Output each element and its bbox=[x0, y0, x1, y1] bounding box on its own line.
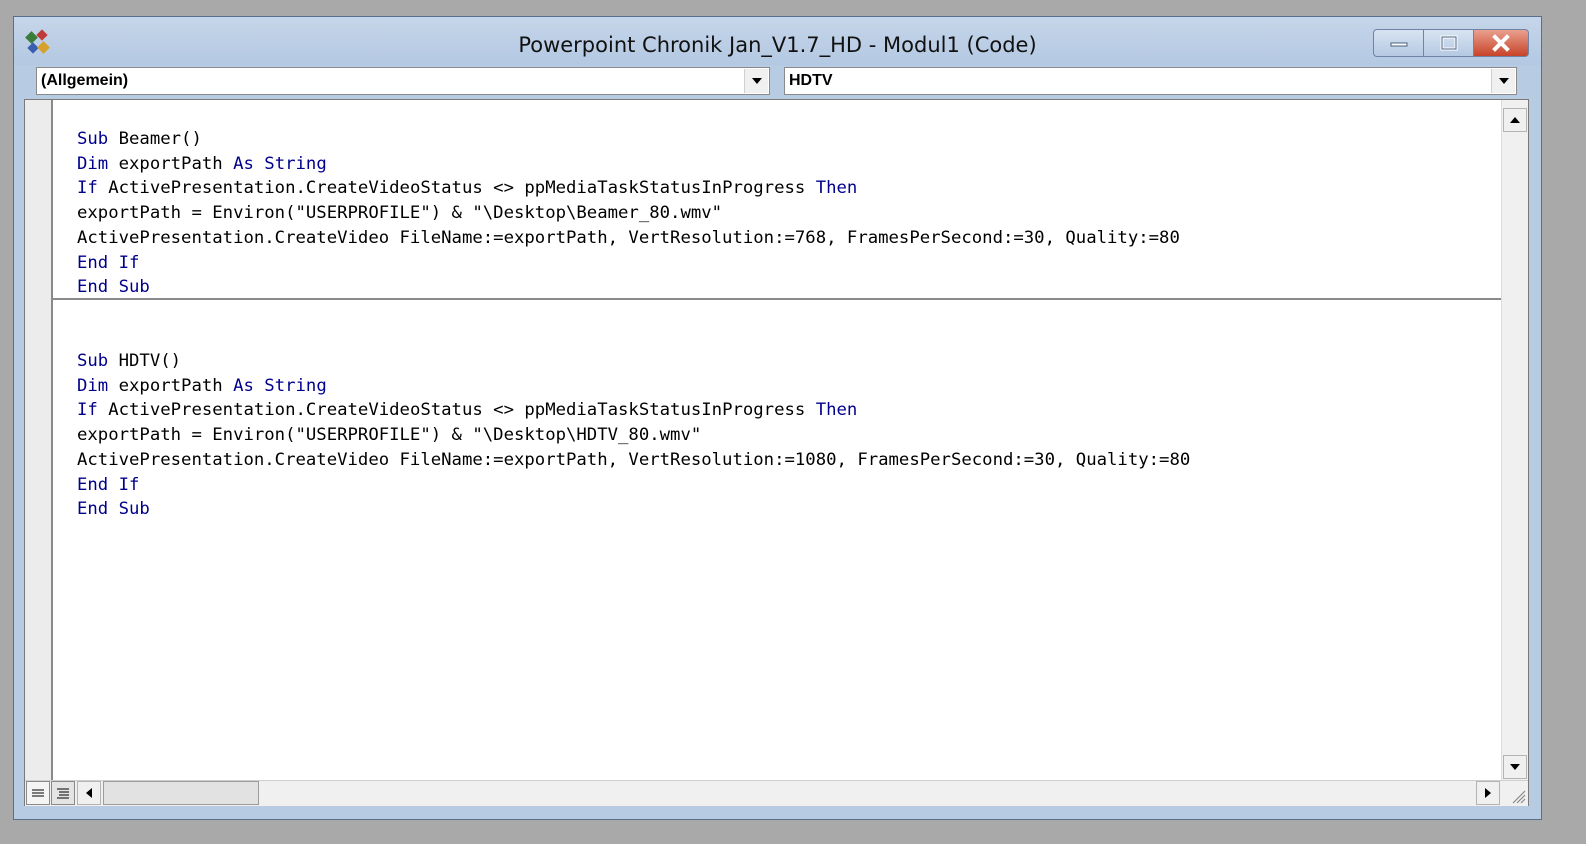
procedure-dropdown-value: HDTV bbox=[789, 72, 833, 89]
code-keyword: If bbox=[77, 400, 98, 421]
code-line[interactable]: ActivePresentation.CreateVideo FileName:… bbox=[52, 226, 1501, 251]
resize-grip-icon[interactable] bbox=[1508, 786, 1526, 804]
code-keyword: As bbox=[233, 375, 254, 396]
code-area[interactable]: Sub Beamer() Dim exportPath As String If A… bbox=[52, 100, 1501, 780]
code-line[interactable]: Sub HDTV() bbox=[52, 349, 1501, 374]
vertical-scrollbar[interactable] bbox=[1501, 100, 1528, 780]
code-text: Beamer() bbox=[108, 129, 202, 149]
code-keyword: Sub bbox=[77, 351, 109, 371]
vba-code-window: Powerpoint Chronik Jan_V1.7_HD - Modul1 … bbox=[13, 16, 1542, 820]
object-dropdown[interactable]: (Allgemein) bbox=[36, 67, 770, 95]
code-text: exportPath bbox=[108, 153, 234, 174]
code-keyword: If bbox=[118, 474, 140, 495]
horizontal-scroll-thumb[interactable] bbox=[103, 781, 259, 805]
window-title: Powerpoint Chronik Jan_V1.7_HD - Modul1 … bbox=[518, 33, 1037, 57]
maximize-icon bbox=[1440, 35, 1457, 51]
code-line[interactable]: ActivePresentation.CreateVideo FileName:… bbox=[52, 448, 1501, 473]
minimize-icon bbox=[1390, 42, 1407, 47]
object-dropdown-value: (Allgemein) bbox=[41, 72, 129, 89]
code-line[interactable]: End If bbox=[52, 251, 1501, 276]
maximize-button[interactable] bbox=[1423, 29, 1473, 57]
title-bar[interactable]: Powerpoint Chronik Jan_V1.7_HD - Modul1 … bbox=[14, 17, 1541, 65]
code-line[interactable]: If ActivePresentation.CreateVideoStatus … bbox=[52, 398, 1501, 423]
code-keyword: Sub bbox=[118, 499, 150, 520]
code-keyword: As bbox=[233, 153, 254, 174]
procedure-dropdown[interactable]: HDTV bbox=[784, 67, 1517, 95]
code-keyword: If bbox=[118, 252, 140, 273]
bottom-bar bbox=[25, 780, 1528, 806]
code-line[interactable]: exportPath = Environ("USERPROFILE") & "\… bbox=[52, 201, 1501, 226]
code-line[interactable]: End Sub bbox=[52, 497, 1501, 522]
code-keyword: Then bbox=[815, 400, 858, 421]
procedure-block: Sub HDTV() Dim exportPath As String If Act… bbox=[52, 349, 1501, 522]
code-keyword: Dim bbox=[77, 375, 109, 396]
margin-indicator-bar[interactable] bbox=[25, 100, 53, 780]
code-line[interactable]: End Sub bbox=[52, 275, 1501, 300]
code-keyword: String bbox=[264, 375, 327, 396]
code-line[interactable]: Dim exportPath As String bbox=[52, 374, 1501, 399]
procedure-view-icon bbox=[32, 789, 44, 797]
scroll-down-icon[interactable] bbox=[1503, 755, 1527, 779]
code-text: exportPath = Environ("USERPROFILE") & "\… bbox=[77, 425, 702, 446]
code-line[interactable]: End If bbox=[52, 473, 1501, 498]
scroll-left-icon[interactable] bbox=[77, 781, 101, 805]
code-keyword: Then bbox=[815, 178, 858, 199]
minimize-button[interactable] bbox=[1373, 29, 1423, 57]
scroll-right-icon[interactable] bbox=[1476, 781, 1500, 805]
code-text: exportPath bbox=[108, 375, 234, 396]
code-line[interactable]: Dim exportPath As String bbox=[52, 152, 1501, 177]
code-keyword: End bbox=[77, 474, 109, 495]
code-keyword: Sub bbox=[77, 129, 109, 149]
scroll-up-icon[interactable] bbox=[1503, 108, 1527, 132]
code-keyword: End bbox=[77, 499, 109, 520]
code-text: ActivePresentation.CreateVideo FileName:… bbox=[77, 449, 1191, 470]
code-line[interactable]: If ActivePresentation.CreateVideoStatus … bbox=[52, 176, 1501, 201]
code-keyword: End bbox=[77, 277, 109, 298]
code-keyword: String bbox=[264, 153, 327, 174]
procedure-separator bbox=[52, 298, 1501, 300]
code-text: ActivePresentation.CreateVideoStatus <> … bbox=[97, 178, 816, 199]
procedure-block: Sub Beamer() Dim exportPath As String If A… bbox=[52, 127, 1501, 300]
full-module-view-button[interactable] bbox=[51, 781, 75, 805]
procedure-view-button[interactable] bbox=[26, 781, 50, 805]
code-text: HDTV() bbox=[108, 351, 182, 371]
code-keyword: If bbox=[77, 178, 98, 199]
chevron-down-icon[interactable] bbox=[1491, 69, 1515, 93]
chevron-down-icon[interactable] bbox=[744, 69, 768, 93]
code-text: exportPath = Environ("USERPROFILE") & "\… bbox=[77, 203, 723, 224]
close-icon bbox=[1492, 34, 1510, 52]
code-editor[interactable]: Sub Beamer() Dim exportPath As String If A… bbox=[24, 99, 1529, 806]
code-line[interactable]: exportPath = Environ("USERPROFILE") & "\… bbox=[52, 423, 1501, 448]
full-module-view-icon bbox=[57, 788, 69, 799]
code-keyword: End bbox=[77, 252, 109, 273]
code-keyword: Dim bbox=[77, 153, 109, 174]
code-line[interactable]: Sub Beamer() bbox=[52, 127, 1501, 152]
code-text: ActivePresentation.CreateVideoStatus <> … bbox=[97, 400, 816, 421]
close-button[interactable] bbox=[1473, 29, 1529, 57]
code-keyword: Sub bbox=[118, 277, 150, 298]
code-text: ActivePresentation.CreateVideo FileName:… bbox=[77, 227, 1180, 248]
